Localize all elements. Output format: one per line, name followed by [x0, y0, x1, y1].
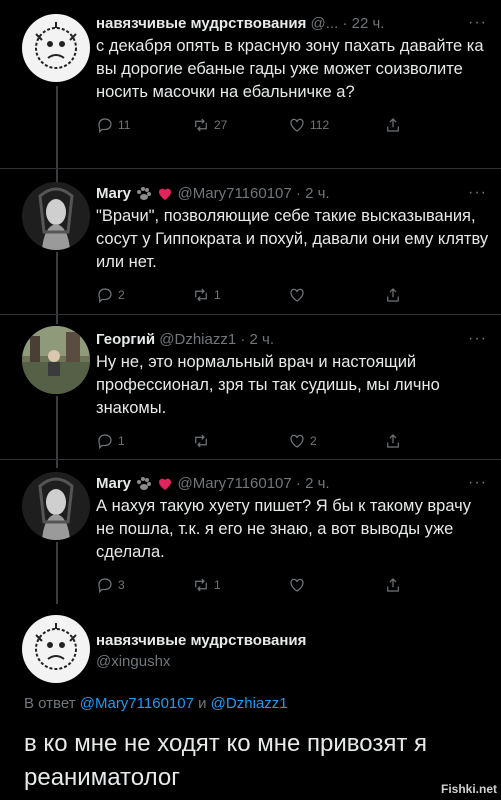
like-button[interactable]: 112	[288, 116, 384, 134]
retweet-icon	[195, 434, 207, 448]
timestamp[interactable]: · 22 ч.	[342, 15, 384, 32]
action-bar: 11 27 112	[96, 115, 489, 135]
action-bar: 3 1	[96, 575, 489, 595]
share-button[interactable]	[384, 432, 402, 450]
reply-prefix: В ответ	[24, 695, 76, 712]
reply-count: 2	[118, 288, 125, 302]
action-bar: 1 2	[96, 431, 489, 451]
retweet-count: 1	[214, 288, 221, 302]
tweet-header: Mary @Mary71160107 · 2 ч.	[96, 184, 489, 204]
tweet-text: с декабря опять в красную зону пахать да…	[96, 37, 484, 101]
divider	[0, 168, 501, 169]
watermark: Fishki.net	[440, 782, 497, 796]
like-count: 2	[310, 434, 317, 448]
share-icon	[387, 288, 399, 302]
share-button[interactable]	[384, 576, 402, 594]
retweet-button[interactable]: 27	[192, 116, 288, 134]
divider	[0, 459, 501, 460]
tweet[interactable]: Mary @Mary71160107 · 2 ч. ··· А нахуя та…	[0, 474, 501, 595]
like-count: 112	[310, 118, 330, 132]
reply-icon	[98, 288, 112, 304]
more-options-button[interactable]: ···	[468, 14, 487, 32]
paw-icon	[137, 477, 152, 491]
reply-icon	[98, 578, 112, 594]
tweet[interactable]: Mary @Mary71160107 · 2 ч. ··· "Врачи", п…	[0, 184, 501, 305]
tweet-text: Ну не, это нормальный врач и настоящий п…	[96, 353, 440, 417]
retweet-icon	[195, 578, 207, 592]
reply-count: 11	[118, 118, 131, 132]
reply-count: 1	[118, 434, 125, 448]
tweet-text: в ко мне не ходят ко мне привозят я реан…	[24, 730, 427, 791]
reply-button[interactable]: 2	[96, 286, 192, 304]
author-name[interactable]: Георгий	[96, 331, 155, 348]
author-name[interactable]: Mary	[96, 475, 131, 492]
author-handle[interactable]: @xingushx	[96, 653, 170, 670]
reply-button[interactable]: 3	[96, 576, 192, 594]
like-icon	[290, 434, 304, 448]
reply-count: 3	[118, 578, 125, 592]
like-icon	[290, 118, 304, 132]
heart-icon	[159, 188, 172, 201]
retweet-button[interactable]	[192, 432, 288, 450]
avatar[interactable]	[22, 615, 90, 683]
author-handle[interactable]: @Mary71160107	[178, 185, 292, 202]
like-button[interactable]	[288, 286, 384, 304]
author-name[interactable]: навязчивые мудрствования	[96, 15, 306, 32]
share-button[interactable]	[384, 116, 402, 134]
tweet-header: Mary @Mary71160107 · 2 ч.	[96, 474, 489, 494]
author-name[interactable]: Mary	[96, 185, 131, 202]
retweet-count: 27	[214, 118, 228, 132]
retweet-button[interactable]: 1	[192, 286, 288, 304]
share-icon	[387, 434, 399, 448]
share-button[interactable]	[384, 286, 402, 304]
author-handle[interactable]: @Mary71160107	[178, 475, 292, 492]
retweet-button[interactable]: 1	[192, 576, 288, 594]
retweet-count: 1	[214, 578, 221, 592]
tweet-text: "Врачи", позволяющие себе такие высказыв…	[96, 207, 489, 271]
like-button[interactable]: 2	[288, 432, 384, 450]
author-name[interactable]: навязчивые мудрствования	[96, 632, 306, 649]
timestamp[interactable]: · 2 ч.	[240, 331, 274, 348]
reply-icon	[98, 434, 112, 450]
reply-button[interactable]: 11	[96, 116, 192, 134]
more-options-button[interactable]: ···	[468, 184, 487, 202]
share-icon	[387, 118, 399, 132]
share-icon	[387, 578, 399, 592]
author-handle[interactable]: @Dzhiazz1	[159, 331, 236, 348]
tweet-text: А нахуя такую хуету пишет? Я бы к такому…	[96, 497, 472, 561]
timestamp[interactable]: · 2 ч.	[296, 185, 330, 202]
more-options-button[interactable]: ···	[468, 474, 487, 492]
retweet-icon	[195, 288, 207, 302]
paw-icon	[137, 187, 152, 201]
tweet[interactable]: Георгий @Dzhiazz1 · 2 ч. ··· Ну не, это …	[0, 330, 501, 451]
more-options-button[interactable]: ···	[468, 330, 487, 348]
tweet[interactable]: навязчивые мудрствования @... · 22 ч. ··…	[0, 14, 501, 135]
like-icon	[290, 578, 304, 592]
timestamp[interactable]: · 2 ч.	[296, 475, 330, 492]
action-bar: 2 1	[96, 285, 489, 305]
divider	[0, 314, 501, 315]
author-handle[interactable]: @...	[311, 15, 339, 32]
tweet-header: Георгий @Dzhiazz1 · 2 ч.	[96, 330, 489, 350]
retweet-icon	[195, 118, 207, 132]
reply-context: В ответ @Mary71160107 и @Dzhiazz1	[24, 695, 288, 712]
like-icon	[290, 288, 304, 302]
reply-icon	[98, 118, 112, 134]
mention-link[interactable]: @Mary71160107	[80, 695, 194, 712]
mention-link[interactable]: @Dzhiazz1	[211, 695, 288, 712]
tweet-header: навязчивые мудрствования @... · 22 ч.	[96, 14, 489, 34]
reply-conjunction: и	[198, 695, 207, 712]
heart-icon	[159, 478, 172, 491]
like-button[interactable]	[288, 576, 384, 594]
reply-button[interactable]: 1	[96, 432, 192, 450]
